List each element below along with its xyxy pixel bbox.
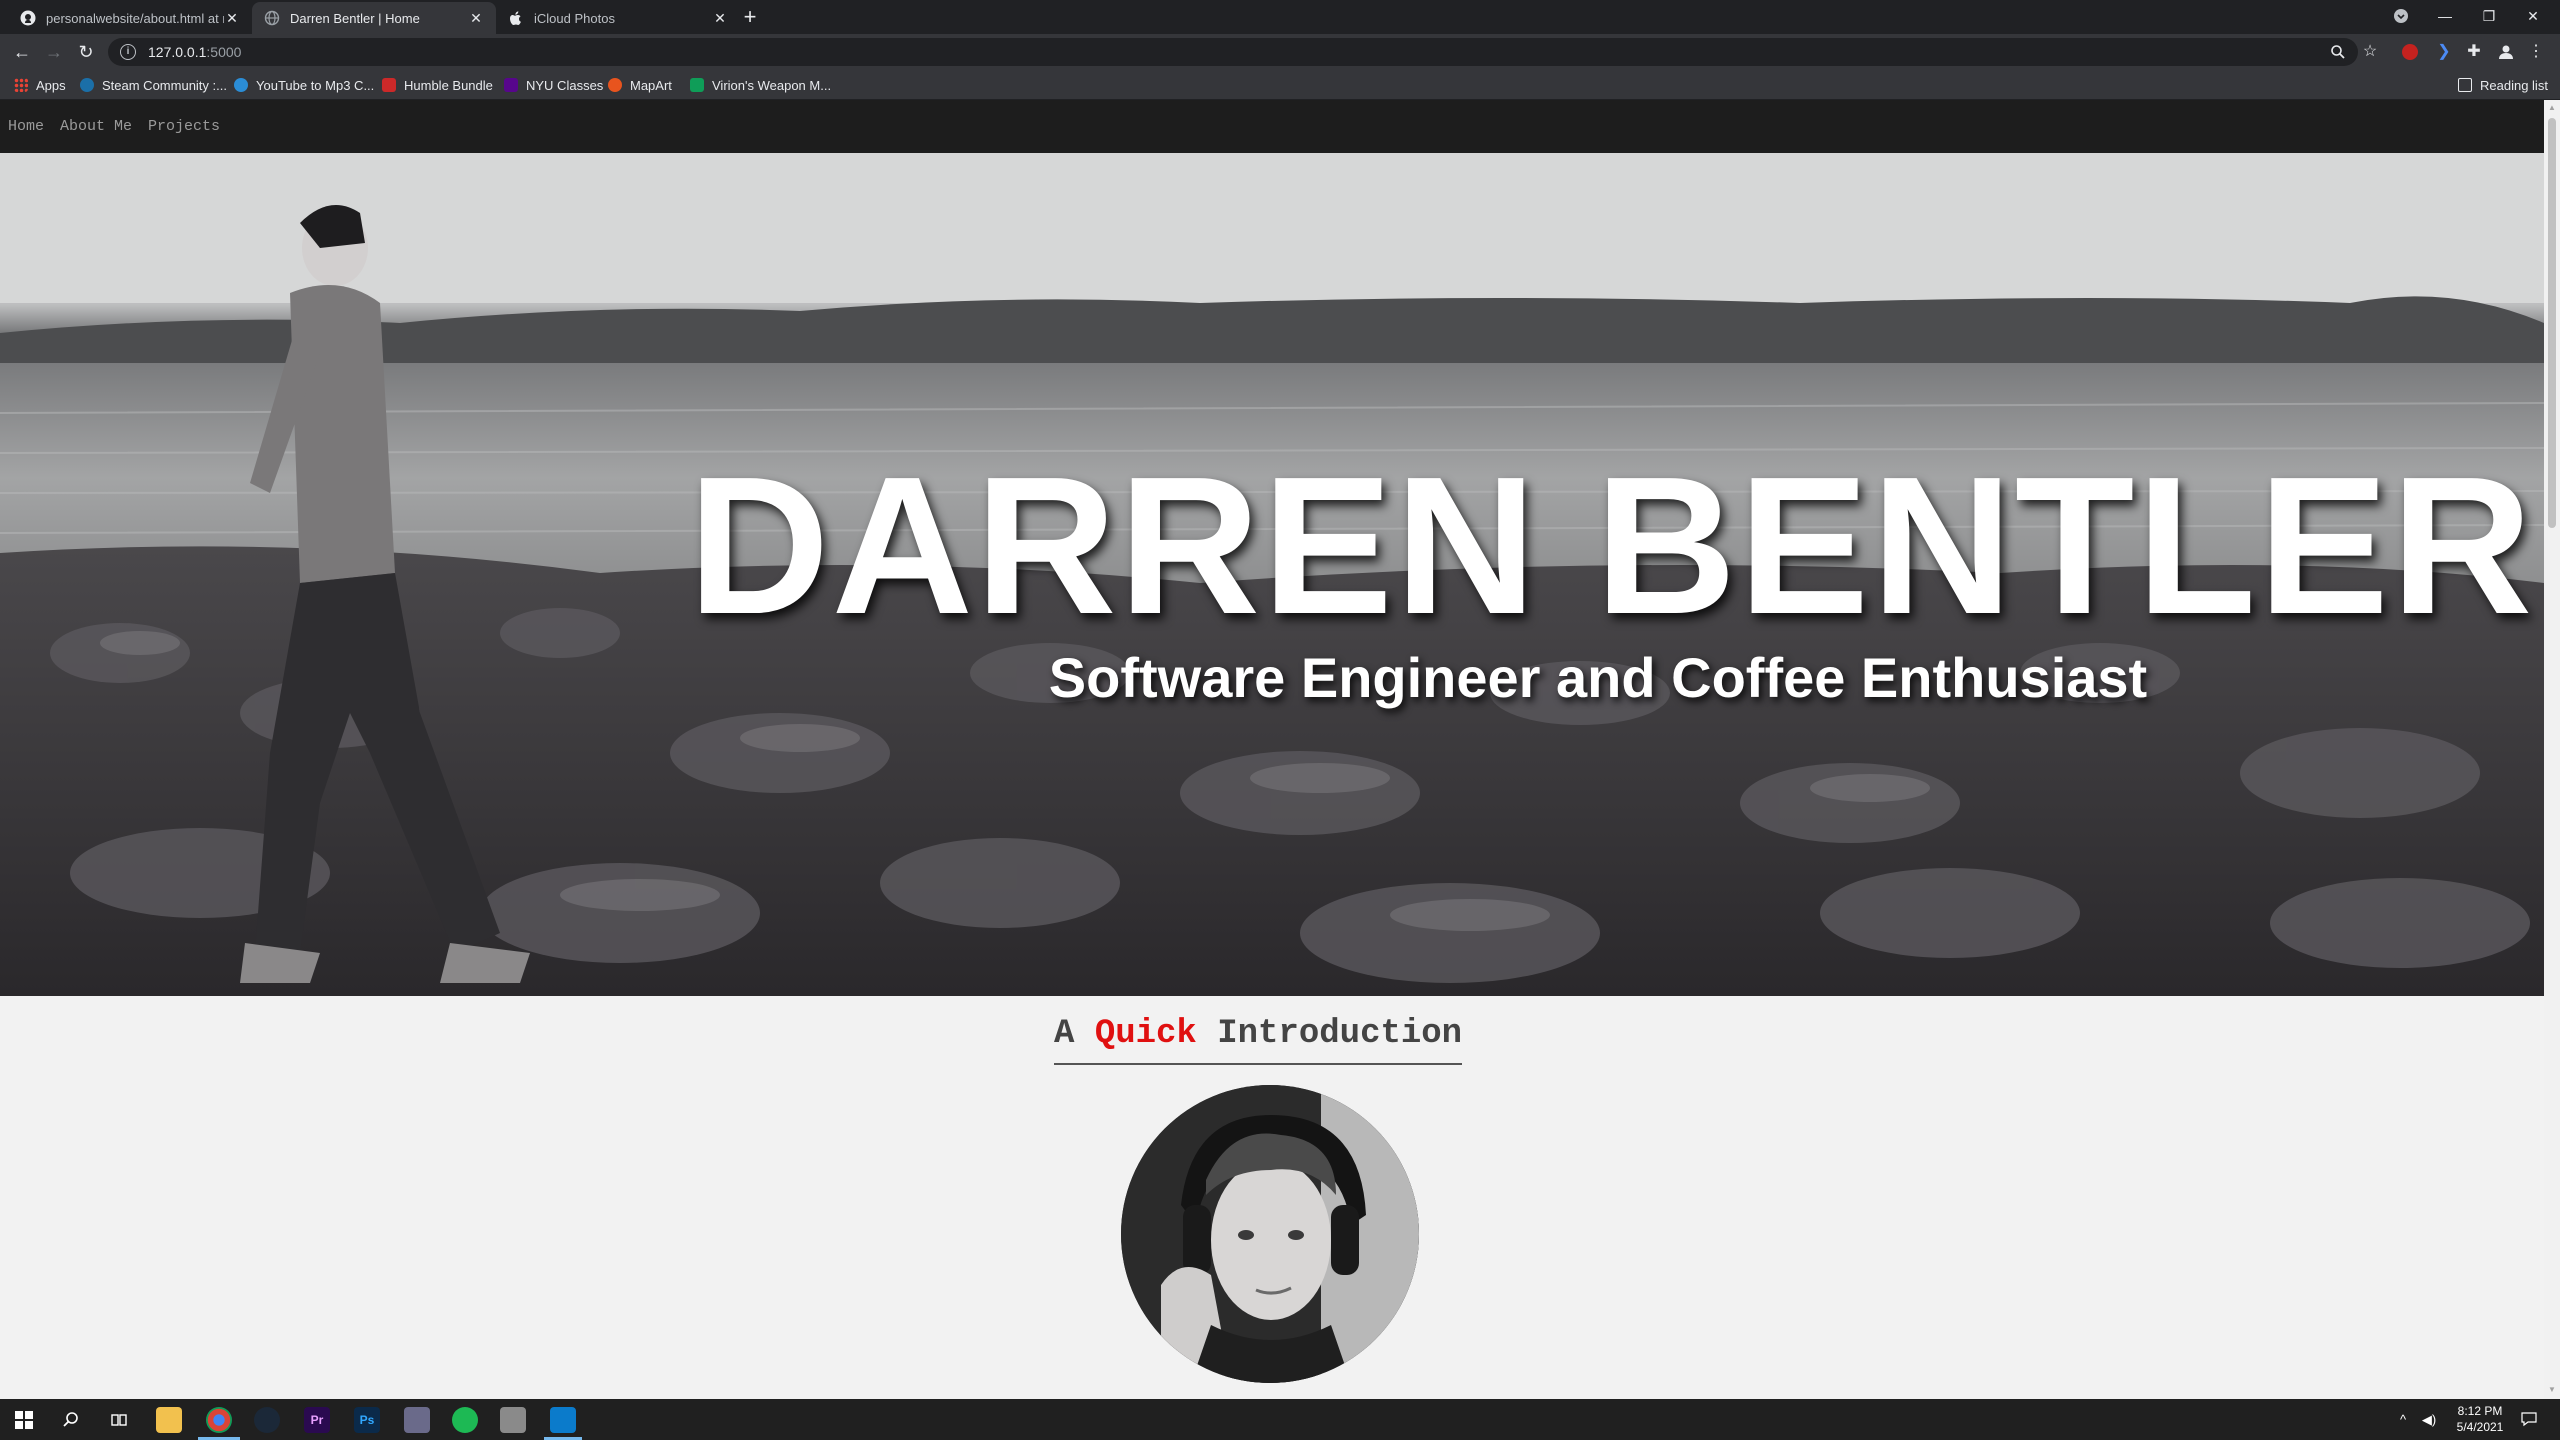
humble-icon [382,78,396,92]
tab-darren-bentler-home[interactable]: Darren Bentler | Home ✕ [252,2,496,34]
clock-date: 5/4/2021 [2456,1420,2504,1434]
tab-title: Darren Bentler | Home [290,10,420,26]
profile-avatar-icon[interactable] [2492,38,2520,66]
mapart-icon [608,78,622,92]
restore-icon[interactable]: ❐ [2476,4,2502,28]
photoshop-icon[interactable]: Ps [354,1407,380,1433]
hero-name-title: DARREN BENTLER [688,436,2535,655]
chrome-menu-icon[interactable]: ⋮ [2522,38,2550,66]
premiere-icon[interactable]: Pr [304,1407,330,1433]
browser-toolbar: ← → ↻ i 127.0.0.1 :5000 ☆ ❯ ✚ ⋮ [0,34,2560,70]
scrollbar-thumb[interactable] [2548,118,2556,528]
bookmark-label: YouTube to Mp3 C... [256,77,375,93]
nav-home-link[interactable]: Home [8,118,44,135]
bookmark-label: Virion's Weapon M... [712,77,832,93]
mail-icon[interactable] [404,1407,430,1433]
url-port: :5000 [206,44,242,60]
reading-list-button[interactable]: Reading list [2458,76,2548,94]
intro-heading-accent: Quick [1094,1015,1197,1053]
bookmark-nyu-classes[interactable]: NYU Classes [504,76,603,94]
tab-title: personalwebsite/about.html at m [46,10,224,26]
apple-icon [508,10,524,26]
bookmark-humble-bundle[interactable]: Humble Bundle [382,76,493,94]
close-icon[interactable]: ✕ [224,10,240,26]
zoom-icon[interactable] [2324,38,2352,66]
system-clock[interactable]: 8:12 PM 5/4/2021 [2450,1403,2510,1435]
nav-projects-link[interactable]: Projects [148,118,220,135]
tray-overflow-chevron-icon[interactable]: ^ [2394,1411,2412,1429]
bookmark-label: MapArt [630,77,672,93]
bookmark-youtube-mp3[interactable]: YouTube to Mp3 C... [234,76,374,94]
notes-icon[interactable] [500,1407,526,1433]
nav-about-me-link[interactable]: About Me [60,118,132,135]
bookmark-label: NYU Classes [526,77,604,93]
tab-icloud-photos[interactable]: iCloud Photos ✕ [496,2,740,34]
profile-avatar-photo [1121,1085,1419,1383]
nyu-icon [504,78,518,92]
bookmark-virions-weapon[interactable]: Virion's Weapon M... [690,76,831,94]
profile-menu-icon[interactable] [2388,4,2414,28]
tab-github[interactable]: personalwebsite/about.html at m ✕ [8,2,252,34]
hero-tagline: Software Engineer and Coffee Enthusiast [1048,646,2148,709]
globe-icon [264,10,280,26]
apps-grid-icon [14,78,28,92]
scroll-down-arrow-icon[interactable]: ▼ [2548,1386,2556,1394]
notification-center-icon[interactable] [2520,1411,2538,1429]
browser-tab-strip: personalwebsite/about.html at m ✕ Darren… [0,0,2560,34]
task-view-icon[interactable] [106,1407,132,1433]
steam-icon[interactable] [254,1407,280,1433]
converter-icon [234,78,248,92]
search-icon[interactable] [58,1407,84,1433]
hero-banner: DARREN BENTLER Software Engineer and Cof… [0,153,2544,996]
intro-heading: A Quick Introduction [1054,1015,1463,1065]
bookmark-steam-community[interactable]: Steam Community :... [80,76,227,94]
bookmark-apps[interactable]: Apps [14,76,66,94]
tab-title: iCloud Photos [534,10,615,26]
url-host: 127.0.0.1 [148,44,207,60]
chrome-icon[interactable] [206,1407,232,1433]
file-explorer-icon[interactable] [156,1407,182,1433]
vscode-icon[interactable] [550,1407,576,1433]
bookmark-mapart[interactable]: MapArt [608,76,672,94]
github-icon [20,10,36,26]
extensions-puzzle-icon[interactable]: ✚ [2460,38,2488,66]
steam-icon [80,78,94,92]
bookmark-label: Steam Community :... [102,77,227,93]
bookmarks-bar: Apps Steam Community :... YouTube to Mp3… [0,70,2560,100]
bookmark-label: Humble Bundle [404,77,493,93]
back-arrow-icon[interactable]: ← [10,40,34,64]
new-tab-button[interactable]: + [738,6,762,30]
page-scrollbar[interactable]: ▲ ▼ [2544,100,2560,1399]
site-navbar: Home About Me Projects [0,100,2544,153]
reading-list-label: Reading list [2480,77,2548,93]
windows-start-icon[interactable] [11,1407,37,1433]
page-viewport: Home About Me Projects DARREN BENTLER So… [0,100,2544,1399]
bookmark-label: Apps [36,77,66,93]
intro-heading-prefix: A [1054,1015,1075,1053]
site-info-icon[interactable]: i [120,44,136,60]
spotify-icon[interactable] [452,1407,478,1433]
intro-heading-suffix: Introduction [1217,1015,1463,1053]
sheets-icon [690,78,704,92]
clock-time: 8:12 PM [2457,1404,2503,1418]
address-bar[interactable]: i 127.0.0.1 :5000 [108,38,2358,66]
close-icon[interactable]: ✕ [712,10,728,26]
volume-icon[interactable]: ◀) [2420,1411,2438,1429]
minimize-icon[interactable]: — [2432,4,2458,28]
extension-arrow-icon[interactable]: ❯ [2430,38,2458,66]
forward-arrow-icon[interactable]: → [42,40,66,64]
reload-icon[interactable]: ↻ [74,40,98,64]
reading-list-icon [2458,78,2472,92]
adblock-extension-icon[interactable] [2402,44,2418,60]
bookmark-star-icon[interactable]: ☆ [2356,38,2384,66]
scroll-up-arrow-icon[interactable]: ▲ [2548,104,2556,112]
windows-taskbar: Pr Ps ^ ◀) 8:12 PM 5/4/2021 [0,1399,2560,1440]
close-icon[interactable]: ✕ [468,10,484,26]
window-close-icon[interactable]: ✕ [2520,4,2546,28]
